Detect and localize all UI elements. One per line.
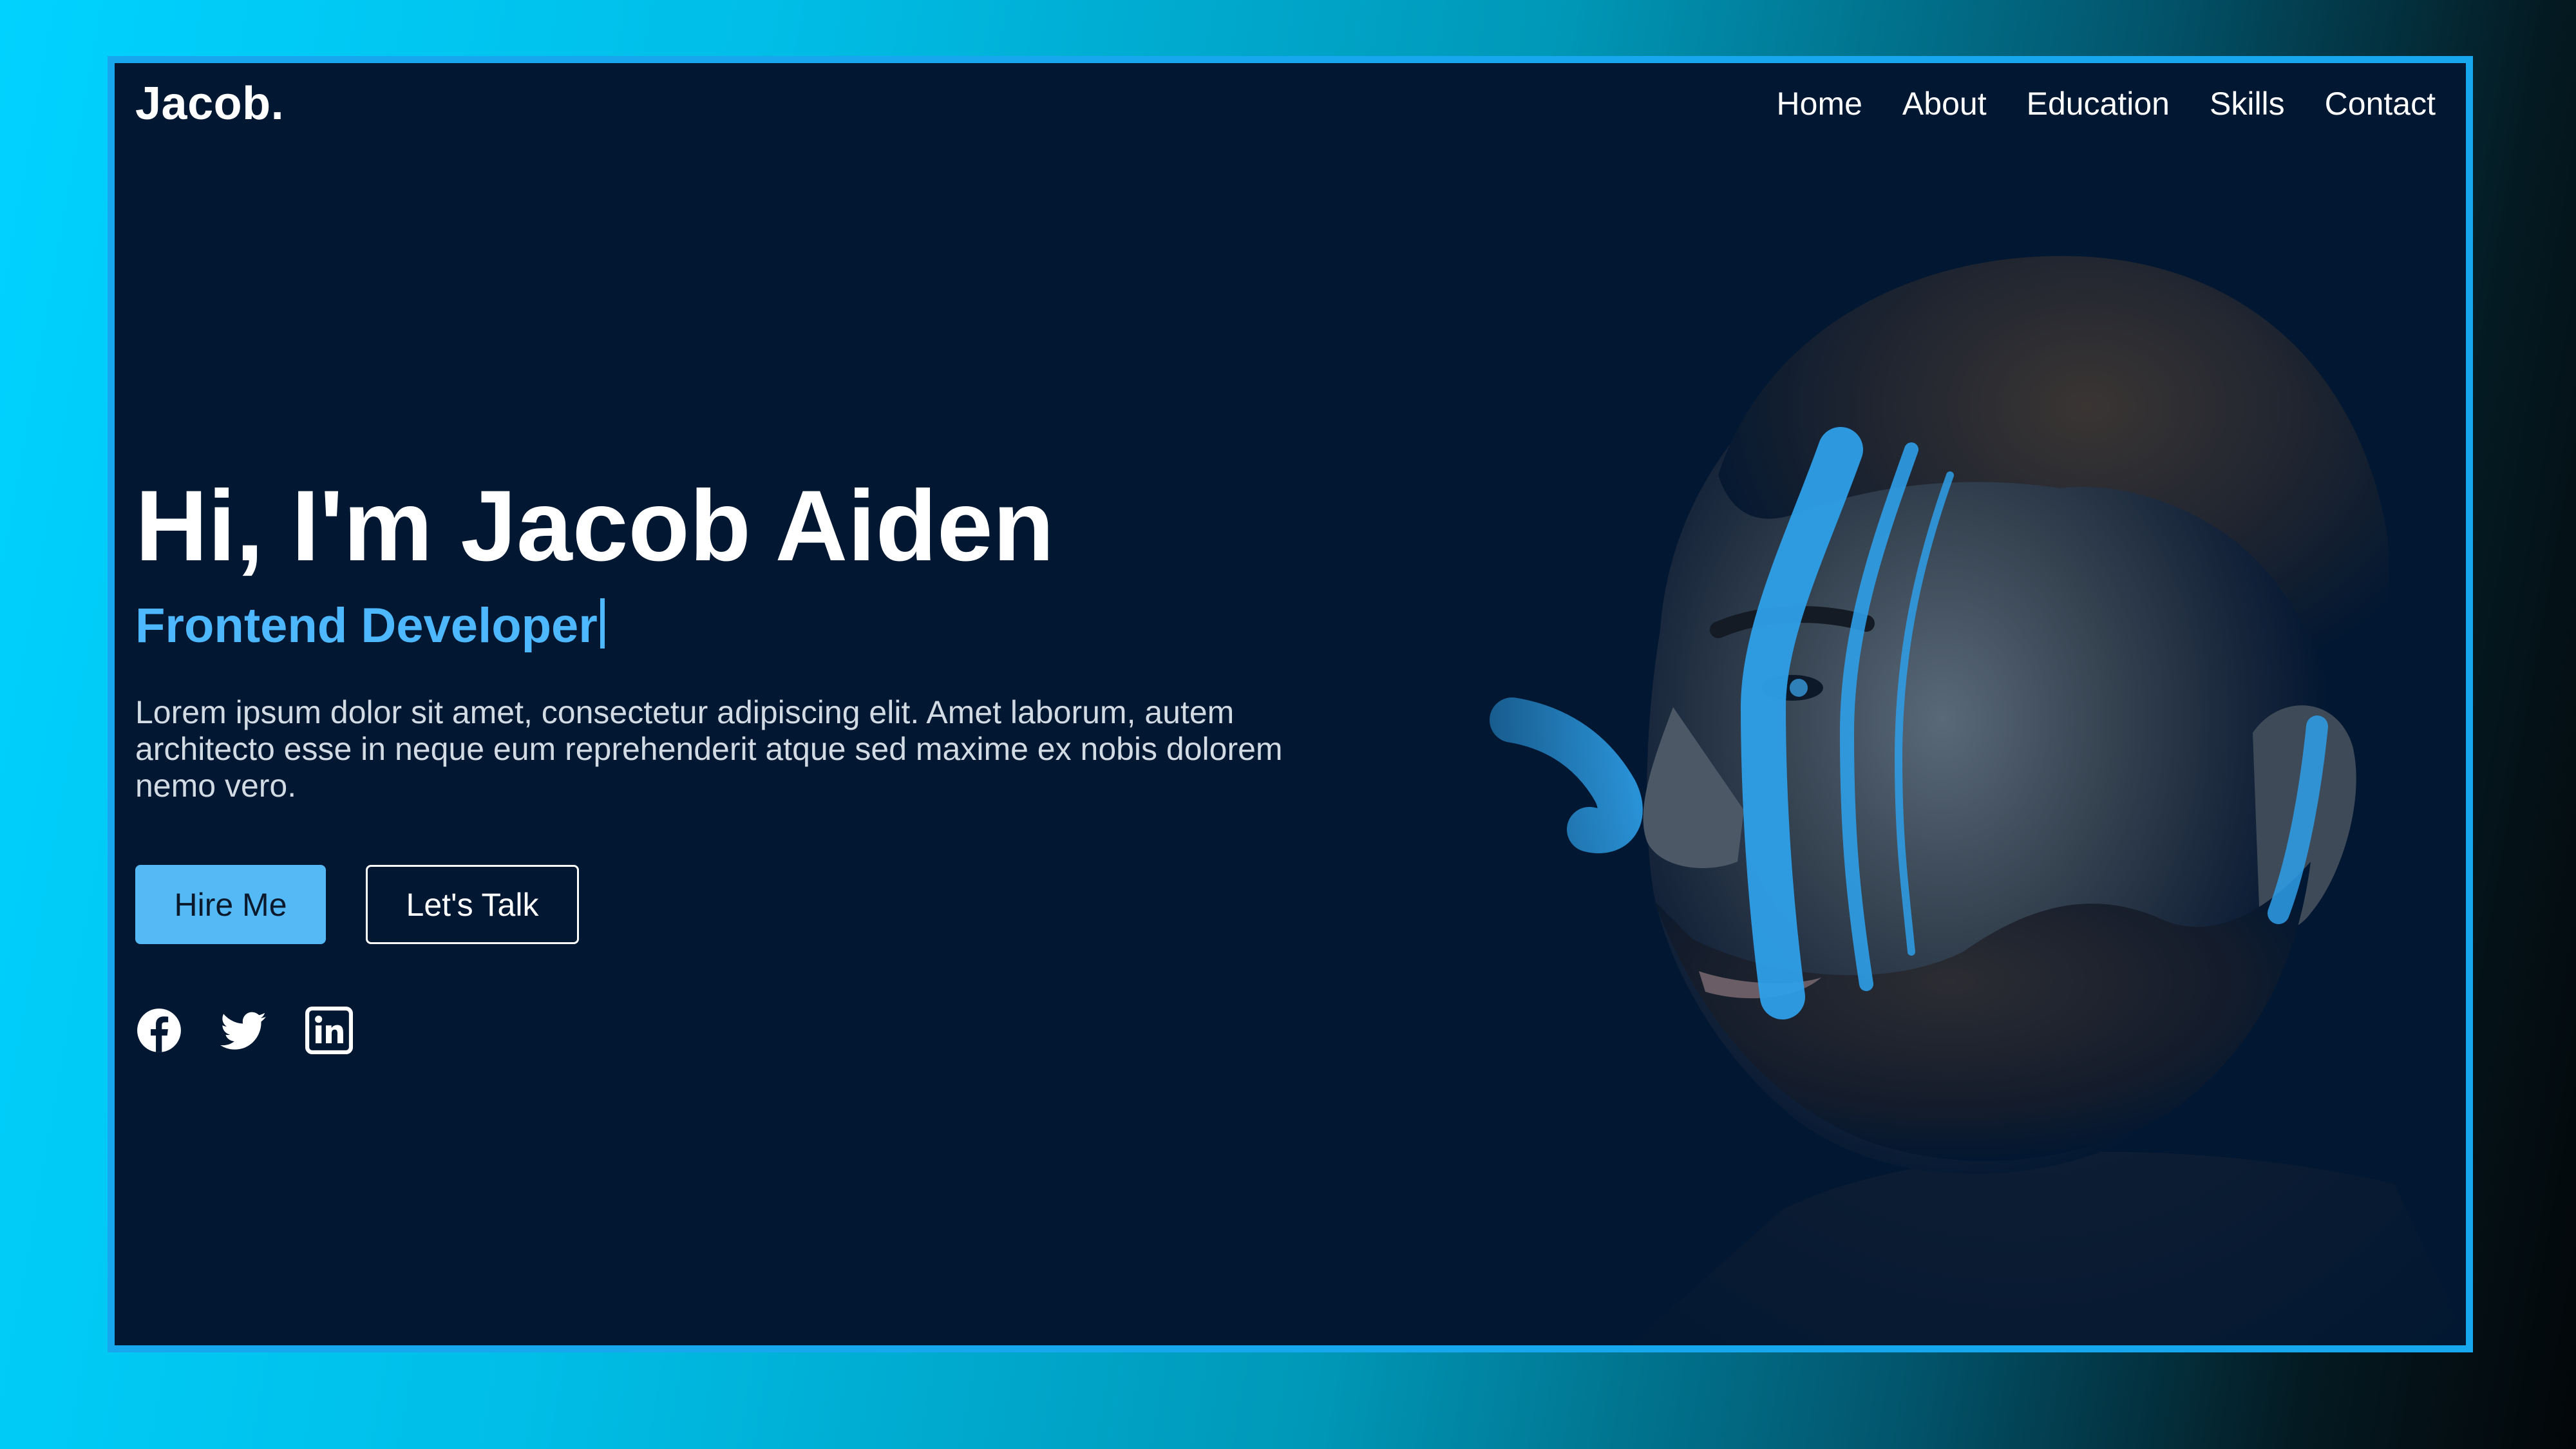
- hero-role: Frontend Developer: [135, 598, 605, 654]
- facebook-icon[interactable]: [135, 1007, 183, 1054]
- hire-me-button[interactable]: Hire Me: [135, 865, 326, 944]
- hero-description: Lorem ipsum dolor sit amet, consectetur …: [135, 694, 1283, 804]
- linkedin-icon[interactable]: [305, 1007, 353, 1054]
- site-logo[interactable]: Jacob.: [135, 77, 284, 130]
- nav-link-education[interactable]: Education: [2027, 85, 2170, 122]
- hero-portrait-image: [1461, 179, 2466, 1345]
- nav-link-contact[interactable]: Contact: [2325, 85, 2436, 122]
- nav-link-skills[interactable]: Skills: [2210, 85, 2285, 122]
- typing-caret: [600, 598, 605, 649]
- lets-talk-button[interactable]: Let's Talk: [366, 865, 579, 944]
- nav-link-about[interactable]: About: [1902, 85, 1987, 122]
- hero-role-text: Frontend Developer: [135, 598, 598, 653]
- nav-link-home[interactable]: Home: [1777, 85, 1862, 122]
- main-nav: Home About Education Skills Contact: [1777, 85, 2436, 122]
- portfolio-frame: Jacob. Home About Education Skills Conta…: [108, 56, 2473, 1352]
- twitter-icon[interactable]: [220, 1007, 268, 1054]
- social-links: [135, 1007, 353, 1054]
- hero-title: Hi, I'm Jacob Aiden: [135, 470, 1054, 582]
